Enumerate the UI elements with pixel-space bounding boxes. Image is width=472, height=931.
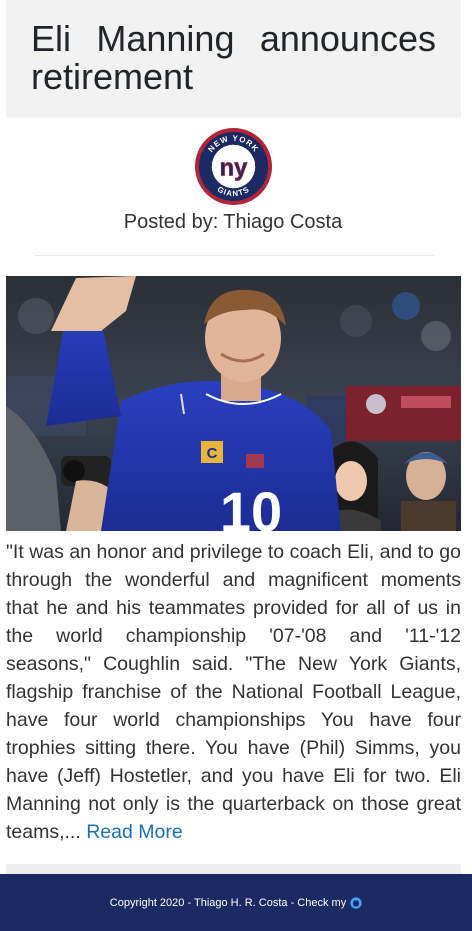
logo-monogram: ny [220, 155, 248, 181]
card-bottom-edge [6, 864, 461, 874]
article-title: Eli Manning announces retirement [31, 18, 436, 97]
footer: Copyright 2020 - Thiago H. R. Costa - Ch… [0, 874, 472, 931]
player-photo: C 10 [6, 276, 461, 531]
giants-logo-icon: NEW YORK GIANTS ny [194, 127, 273, 206]
posted-by: Posted by: Thiago Costa [0, 210, 466, 234]
footer-text: Copyright 2020 - Thiago H. R. Costa - Ch… [109, 896, 347, 909]
github-icon[interactable] [350, 896, 362, 909]
title-block: Eli Manning announces retirement [6, 0, 461, 118]
read-more-link[interactable]: Read More [86, 821, 182, 843]
posted-by-label: Posted by: [123, 211, 219, 233]
article-body: "It was an honor and privilege to coach … [6, 538, 461, 846]
divider [34, 255, 434, 256]
author-name: Thiago Costa [223, 211, 343, 233]
article-text: "It was an honor and privilege to coach … [6, 541, 461, 843]
svg-text:C: C [207, 445, 218, 462]
jersey-number: 10 [220, 480, 282, 531]
